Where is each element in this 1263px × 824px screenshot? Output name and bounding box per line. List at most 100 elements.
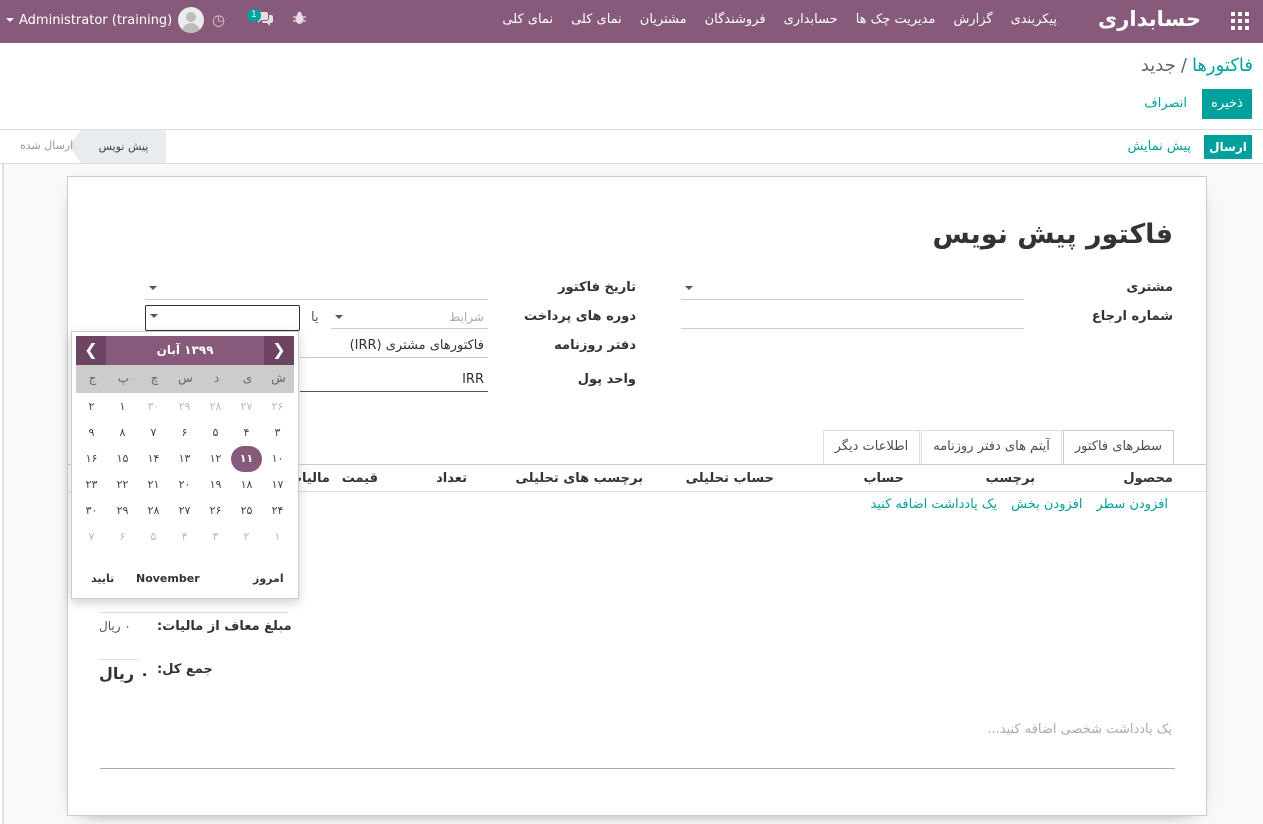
menu-item-customers[interactable]: مشتریان	[640, 12, 687, 27]
calendar-day[interactable]: ۳	[200, 524, 231, 550]
calendar-day[interactable]: ۲۰	[169, 472, 200, 498]
calendar-day[interactable]: ۲۱	[138, 472, 169, 498]
calendar-day-label: ۱۷	[271, 478, 284, 491]
calendar-day[interactable]: ۲۶	[200, 498, 231, 524]
chevron-right-icon: ❯	[272, 340, 286, 359]
clock-icon[interactable]: ◷	[212, 11, 225, 29]
invoice-date-field[interactable]	[145, 276, 488, 300]
calendar-day-label: ۶	[119, 530, 126, 543]
calendar-day[interactable]: ۱۰	[262, 446, 293, 472]
datepicker-month[interactable]: ۱۳۹۹ آبان	[76, 343, 294, 357]
column-analytic-account[interactable]: حساب تحلیلی	[686, 471, 774, 486]
calendar-day[interactable]: ۵	[200, 420, 231, 446]
save-button[interactable]: ذخیره	[1202, 89, 1252, 119]
calendar-day[interactable]: ۱۵	[107, 446, 138, 472]
app-brand[interactable]: حسابداری	[1098, 7, 1201, 31]
calendar-day[interactable]: ۲۹	[169, 394, 200, 420]
add-note-link[interactable]: یک یادداشت اضافه کنید	[870, 497, 997, 512]
tab-invoice-lines[interactable]: سطرهای فاکتور	[1062, 430, 1174, 465]
apps-menu-icon[interactable]	[1231, 12, 1249, 30]
calendar-day[interactable]: ۷	[76, 524, 107, 550]
calendar-day[interactable]: ۱	[262, 524, 293, 550]
column-price[interactable]: قیمت	[342, 471, 378, 486]
column-product[interactable]: محصول	[1123, 471, 1173, 486]
calendar-day[interactable]: ۴	[169, 524, 200, 550]
add-line-link[interactable]: افزودن سطر	[1097, 497, 1168, 512]
calendar-day[interactable]: ۲۲	[107, 472, 138, 498]
breadcrumb-invoices-link[interactable]: فاکتورها	[1192, 55, 1253, 76]
column-label[interactable]: برچسب	[986, 471, 1035, 486]
calendar-day-label: ۹	[88, 426, 95, 439]
menu-item-configuration[interactable]: پیکربندی	[1011, 12, 1057, 27]
untaxed-amount-value: ۰ ریال	[99, 619, 131, 633]
calendar-day[interactable]: ۵	[138, 524, 169, 550]
calendar-day[interactable]: ۱	[107, 394, 138, 420]
narration-field[interactable]: یک یادداشت شخصی اضافه کنید...	[987, 722, 1172, 737]
payment-term-field[interactable]: شرایط	[331, 305, 488, 329]
calendar-day[interactable]: ۱۹	[200, 472, 231, 498]
menu-item-checks[interactable]: مدیریت چک ها	[856, 12, 936, 27]
calendar-day[interactable]: ۹	[76, 420, 107, 446]
datepicker-popup: ❮ ۱۳۹۹ آبان ❯ ش ی د س چ پ ج ۲۶ ۲۷ ۲۸ ۲۹ ۳۰ ۱ ۲…	[71, 331, 299, 599]
calendar-day[interactable]: ۲۷	[231, 394, 262, 420]
calendar-day[interactable]: ۲۵	[231, 498, 262, 524]
main-menu: نمای کلی نمای کلی مشتریان فروشندگان حساب…	[484, 12, 1057, 27]
calendar-day[interactable]: ۲۴	[262, 498, 293, 524]
calendar-day[interactable]: ۱۲	[200, 446, 231, 472]
calendar-day[interactable]: ۲۶	[262, 394, 293, 420]
calendar-day[interactable]: ۱۷	[262, 472, 293, 498]
calendar-day-label: ۱۶	[85, 452, 98, 465]
column-analytic-tags[interactable]: برچسب های تحلیلی	[515, 471, 643, 486]
preview-button[interactable]: پیش نمایش	[1127, 139, 1191, 154]
calendar-day[interactable]: ۳۰	[76, 498, 107, 524]
stage-sent[interactable]: ارسال شده	[20, 139, 73, 152]
prev-month-button[interactable]: ❯	[264, 336, 294, 365]
weekday-mon: د	[213, 371, 220, 385]
calendar-day[interactable]: ۷	[138, 420, 169, 446]
calendar-day[interactable]: ۱۸	[231, 472, 262, 498]
user-menu[interactable]: Administrator (training)	[6, 7, 205, 33]
menu-item-overview-2[interactable]: نمای کلی	[571, 12, 622, 27]
calendar-day[interactable]: ۲۹	[107, 498, 138, 524]
today-button[interactable]: امروز	[253, 572, 284, 585]
calendar-day[interactable]: ۶	[169, 420, 200, 446]
journal-field[interactable]: فاکتورهای مشتری (IRR)	[300, 334, 488, 358]
calendar-day[interactable]: ۲۷	[169, 498, 200, 524]
menu-item-vendors[interactable]: فروشندگان	[705, 12, 766, 27]
calendar-day[interactable]: ۳	[262, 420, 293, 446]
calendar-day[interactable]: ۴	[231, 420, 262, 446]
calendar-day[interactable]: ۲۸	[138, 498, 169, 524]
calendar-day-label: ۱۴	[147, 452, 160, 465]
calendar-day[interactable]: ۱۶	[76, 446, 107, 472]
calendar-day[interactable]: ۳۰	[138, 394, 169, 420]
calendar-day[interactable]: ۱۳	[169, 446, 200, 472]
reference-field[interactable]	[681, 305, 1024, 329]
menu-item-reports[interactable]: گزارش	[953, 12, 992, 27]
confirm-button[interactable]: تایید	[91, 572, 114, 585]
add-section-link[interactable]: افزودن بخش	[1011, 497, 1082, 512]
calendar-day[interactable]: ۲۳	[76, 472, 107, 498]
column-account[interactable]: حساب	[863, 471, 904, 486]
customer-field[interactable]	[681, 276, 1024, 300]
calendar-day[interactable]: ۲	[76, 394, 107, 420]
calendar-day-label: ۱۱	[239, 452, 254, 465]
calendar-day[interactable]: ۱۱	[231, 446, 262, 472]
calendar-day-label: ۳	[212, 530, 219, 543]
menu-item-accounting[interactable]: حسابداری	[784, 12, 838, 27]
calendar-day-label: ۲۷	[178, 504, 191, 517]
calendar-day[interactable]: ۲۸	[200, 394, 231, 420]
tab-journal-items[interactable]: آیتم های دفتر روزنامه	[921, 430, 1062, 464]
currency-field[interactable]: IRR	[300, 368, 488, 392]
tab-other-info[interactable]: اطلاعات دیگر	[822, 430, 921, 464]
dropdown-caret-icon	[149, 286, 157, 290]
calendar-day[interactable]: ۸	[107, 420, 138, 446]
calendar-day[interactable]: ۲	[231, 524, 262, 550]
calendar-day[interactable]: ۶	[107, 524, 138, 550]
send-button[interactable]: ارسال	[1204, 135, 1252, 159]
due-date-field[interactable]	[145, 305, 300, 331]
discard-button[interactable]: انصراف	[1144, 96, 1187, 111]
menu-item-overview-1[interactable]: نمای کلی	[502, 12, 553, 27]
bug-icon[interactable]	[293, 11, 306, 29]
calendar-day[interactable]: ۱۴	[138, 446, 169, 472]
column-quantity[interactable]: تعداد	[436, 471, 467, 486]
